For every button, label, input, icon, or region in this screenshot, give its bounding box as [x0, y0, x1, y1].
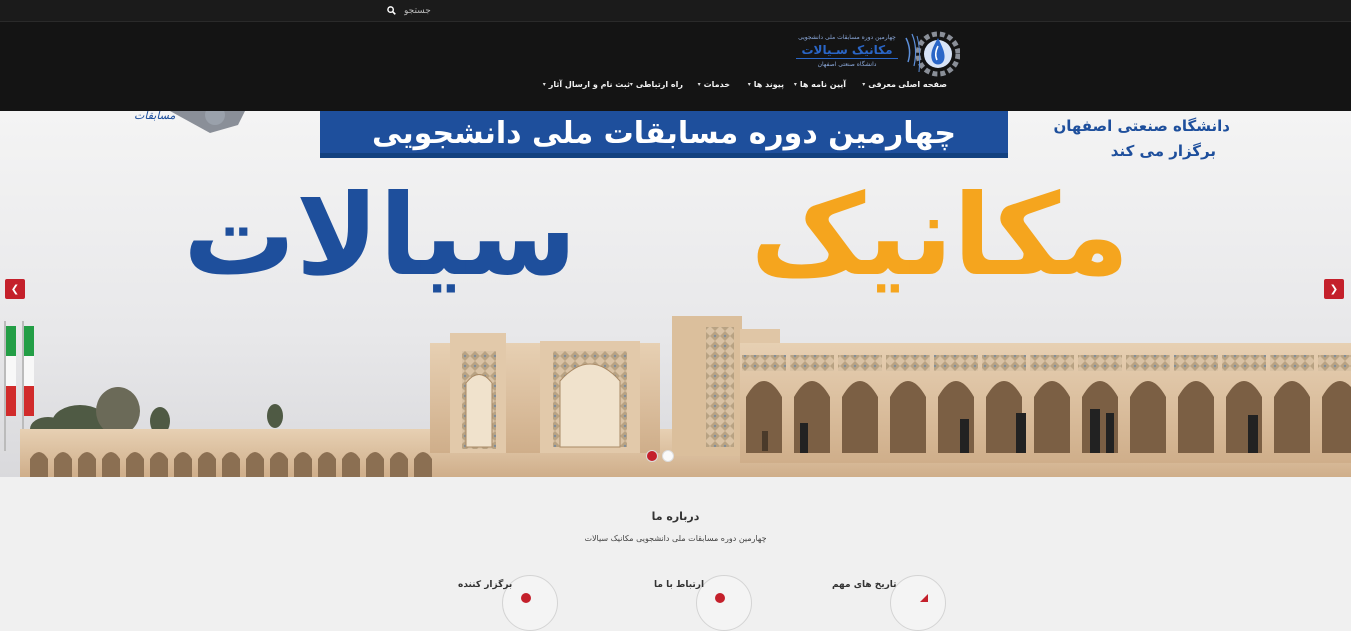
nav-item-label: ثبت نام و ارسال آثار — [548, 80, 630, 89]
arcade-tile-band — [742, 355, 786, 371]
contact-icon — [714, 589, 726, 603]
arcade-tile-band — [790, 355, 834, 371]
nav-item-label: صفحه اصلی — [898, 80, 947, 89]
arcade-tile-band — [1318, 355, 1351, 371]
bridge-arch — [294, 452, 312, 477]
bridge-arch — [342, 452, 360, 477]
bridge-arch — [390, 452, 408, 477]
bridge-arch — [78, 452, 96, 477]
calendar-icon — [918, 589, 930, 602]
nav-item-5[interactable]: خدمات ▾ — [697, 80, 730, 89]
chevron-down-icon: ▾ — [747, 81, 751, 88]
slider-prev-button[interactable]: ❮ — [5, 279, 25, 299]
nav-item-label: معرفی — [868, 80, 896, 89]
organizer-icon — [520, 589, 532, 603]
bridge-arch — [174, 452, 192, 477]
bridge-arch — [30, 452, 48, 477]
arcade-tile-band — [1030, 355, 1074, 371]
bridge-arch — [222, 452, 240, 477]
chevron-down-icon: ▾ — [542, 81, 546, 88]
nav-item-6[interactable]: راه ارتباطی ▾ — [629, 80, 683, 89]
feature-dates[interactable]: تاریخ های مهم — [830, 575, 950, 631]
nav-item-label: راه ارتباطی — [635, 80, 683, 89]
chevron-down-icon: ▾ — [793, 81, 797, 88]
arcade-arch — [1274, 381, 1310, 453]
chevron-down-icon: ▾ — [862, 81, 866, 88]
feature-organizer[interactable]: برگزار کننده — [440, 575, 560, 631]
hero-slider: چهارمین دوره مسابقات ملی دانشجویی دانشگا… — [0, 111, 1351, 477]
arcade-tile-band — [886, 355, 930, 371]
feature-contact-label: ارتباط با ما — [654, 580, 705, 590]
bridge-arch — [126, 452, 144, 477]
arcade-tile-band — [1222, 355, 1266, 371]
site-header: چهارمین دوره مسابقات ملی دانشجویی مکانیک… — [0, 22, 1351, 111]
slide-title-orange: مکانیک — [750, 171, 1130, 301]
site-logo[interactable]: چهارمین دوره مسابقات ملی دانشجویی مکانیک… — [796, 28, 961, 84]
nav-item-1[interactable]: صفحه اصلی — [898, 80, 947, 89]
nav-item-label: پیوند ها — [753, 80, 784, 89]
arcade-arch — [890, 381, 926, 453]
slide-host-line2: برگزار می کند — [1110, 142, 1216, 160]
nav-item-4[interactable]: پیوند ها ▾ — [742, 80, 784, 89]
logo-line1: چهارمین دوره مسابقات ملی دانشجویی — [798, 34, 896, 41]
bridge-arch — [54, 452, 72, 477]
bridge-arch — [246, 452, 264, 477]
search-box[interactable] — [384, 3, 454, 18]
nav-item-2[interactable]: معرفی ▾ — [858, 80, 896, 89]
logo-text: چهارمین دوره مسابقات ملی دانشجویی مکانیک… — [796, 34, 898, 68]
about-section: درباره ما چهارمین دوره مسابقات ملی دانشج… — [0, 477, 1351, 631]
search-icon[interactable] — [384, 4, 398, 18]
arcade-tile-band — [1126, 355, 1170, 371]
arcade-tile-band — [1078, 355, 1122, 371]
feature-dates-label: تاریخ های مهم — [832, 580, 897, 590]
about-subtitle: چهارمین دوره مسابقات ملی دانشجویی مکانیک… — [584, 534, 767, 543]
arcade-tile-band — [838, 355, 882, 371]
bridge-arch — [366, 452, 384, 477]
bridge-arch — [318, 452, 336, 477]
nav-item-7[interactable]: ثبت نام و ارسال آثار ▾ — [542, 80, 630, 89]
slider-dot-2[interactable] — [662, 450, 674, 462]
bridge-arch — [150, 452, 168, 477]
feature-contact[interactable]: ارتباط با ما — [636, 575, 756, 631]
slide-host-line1: دانشگاه صنعتی اصفهان — [1053, 117, 1230, 135]
arcade-arch — [1322, 381, 1351, 453]
nav-item-3[interactable]: آیین نامه ها ▾ — [793, 80, 846, 89]
slide-banner-text: چهارمین دوره مسابقات ملی دانشجویی — [372, 116, 956, 151]
nav-item-label: خدمات — [703, 80, 730, 89]
arcade-arch — [1178, 381, 1214, 453]
chevron-right-icon: ❯ — [1329, 283, 1339, 295]
bridge-arch — [198, 452, 216, 477]
slider-next-button[interactable]: ❯ — [1324, 279, 1344, 299]
main-nav: صفحه اصلی معرفی ▾ آیین نامه ها ▾ پیوند ها ▾ خدم… — [0, 80, 1351, 96]
slide-corner-logo-text: مسابقات — [134, 111, 176, 122]
slide-title-blue: سیالات — [183, 171, 577, 301]
bridge-arch — [102, 452, 120, 477]
chevron-down-icon: ▾ — [629, 81, 633, 88]
logo-line3: دانشگاه صنعتی اصفهان — [817, 61, 877, 68]
slider-pagination — [646, 450, 674, 462]
logo-emblem-icon — [902, 28, 961, 82]
nav-item-label: آیین نامه ها — [799, 80, 846, 89]
bridge-arch — [270, 452, 288, 477]
arcade-arch — [1034, 381, 1070, 453]
arcade-tile-band — [982, 355, 1026, 371]
about-title: درباره ما — [651, 510, 700, 523]
chevron-down-icon: ▾ — [697, 81, 701, 88]
arcade-tile-band — [1174, 355, 1218, 371]
arcade-arch — [1130, 381, 1166, 453]
top-bar — [0, 0, 1351, 22]
search-input[interactable] — [398, 5, 448, 16]
arcade-arch — [842, 381, 878, 453]
arcade-arch — [794, 381, 830, 453]
logo-line2: مکانیک سـیالات — [796, 43, 898, 59]
arcade-tile-band — [934, 355, 978, 371]
feature-organizer-label: برگزار کننده — [458, 580, 513, 590]
slider-dot-1[interactable] — [646, 450, 658, 462]
chevron-left-icon: ❮ — [10, 283, 20, 295]
arcade-tile-band — [1270, 355, 1314, 371]
bridge-arch — [414, 452, 432, 477]
